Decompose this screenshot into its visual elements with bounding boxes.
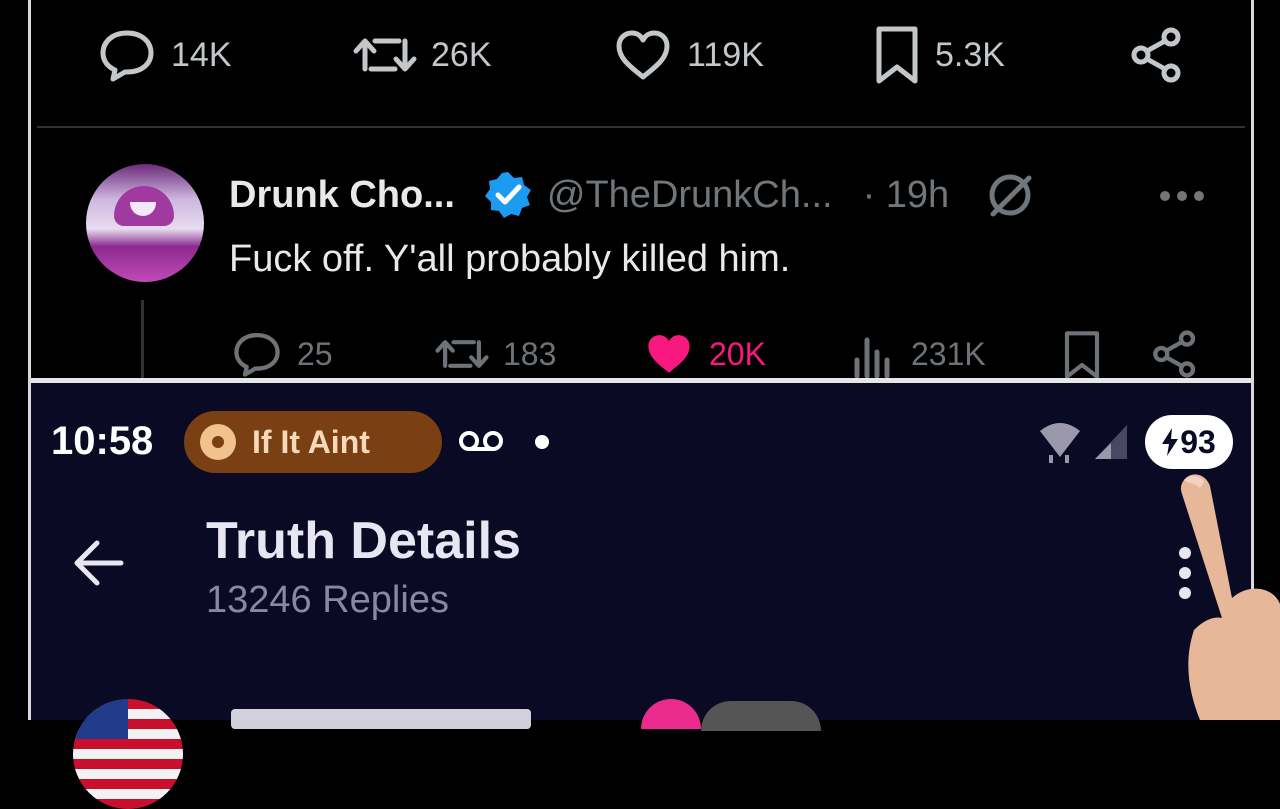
status-time: 10:58 (51, 419, 154, 463)
battery-indicator: 93 (1145, 415, 1233, 469)
video-frame: 14K 26K 119K 5.3K Drunk Cho... @TheDrunk… (28, 0, 1254, 809)
reply-like-button[interactable]: 20K (643, 330, 766, 378)
grok-icon[interactable] (985, 170, 1035, 220)
liked-heart-icon (648, 335, 690, 373)
reply-icon (234, 333, 280, 377)
truth-details-panel: 10:58 If It Aint 93 Truth Details 13246 … (31, 383, 1251, 809)
post-action-bar: 14K 26K 119K 5.3K (31, 25, 1251, 85)
music-disc-icon (200, 424, 236, 460)
repost-button[interactable]: 26K (353, 27, 492, 83)
reply-repost-count: 183 (503, 335, 557, 372)
reply-post[interactable]: Drunk Cho... @TheDrunkCh... · 19h Fuck o… (31, 150, 1251, 380)
reply-share-button[interactable] (1151, 330, 1199, 378)
charging-bolt-icon (1162, 428, 1179, 456)
post-badge-icon (641, 699, 701, 729)
share-icon (1153, 330, 1196, 378)
post-time[interactable]: · 19h (863, 174, 950, 217)
status-bar: 10:58 If It Aint 93 (31, 411, 1251, 473)
notification-dot-icon (535, 435, 549, 449)
bookmark-button[interactable]: 5.3K (873, 25, 1005, 85)
reply-text: Fuck off. Y'all probably killed him. (229, 238, 791, 280)
voicemail-icon (459, 431, 503, 451)
post-author-avatar[interactable] (73, 699, 183, 809)
reply-action-bar: 25 183 20K 231K (31, 330, 1251, 380)
display-name[interactable]: Drunk Cho... (229, 174, 455, 217)
share-icon (1131, 27, 1181, 83)
verified-badge-icon (484, 172, 531, 218)
cell-signal-icon (1095, 425, 1127, 459)
reply-count-subtitle: 13246 Replies (206, 579, 449, 621)
back-arrow-icon[interactable] (71, 535, 127, 591)
views-icon (854, 337, 890, 378)
repost-icon (435, 340, 489, 368)
bookmark-icon (1064, 331, 1100, 379)
reply-views-button[interactable]: 231K (853, 330, 986, 378)
x-post-panel: 14K 26K 119K 5.3K Drunk Cho... @TheDrunk… (31, 0, 1251, 380)
reply-like-count: 20K (709, 335, 766, 372)
like-icon (616, 30, 670, 80)
share-button[interactable] (1129, 27, 1185, 83)
post-media-thumbnail (701, 701, 821, 731)
reply-count: 14K (171, 35, 232, 74)
page-title: Truth Details (206, 512, 521, 570)
reply-reply-button[interactable]: 25 (231, 330, 333, 378)
more-options-icon[interactable] (1159, 190, 1205, 202)
reply-header: Drunk Cho... @TheDrunkCh... · 19h (229, 170, 1035, 220)
more-menu-icon[interactable] (1179, 547, 1193, 607)
battery-level: 93 (1180, 423, 1216, 460)
avatar[interactable] (86, 164, 204, 282)
reply-reply-count: 25 (297, 335, 333, 372)
reply-bookmark-button[interactable] (1061, 330, 1103, 380)
user-handle[interactable]: @TheDrunkCh... (547, 174, 833, 217)
bookmark-icon (876, 26, 918, 84)
post-author-name[interactable] (231, 709, 531, 729)
reply-button[interactable]: 14K (97, 27, 232, 83)
like-count: 119K (687, 35, 764, 74)
repost-icon (353, 38, 417, 72)
reply-icon (100, 30, 154, 82)
wifi-icon (1040, 423, 1080, 463)
reply-views-count: 231K (911, 335, 986, 372)
reply-repost-button[interactable]: 183 (435, 330, 556, 378)
media-playing-pill[interactable]: If It Aint (184, 411, 442, 473)
repost-count: 26K (431, 35, 492, 74)
like-button[interactable]: 119K (613, 27, 764, 83)
post-divider (37, 126, 1245, 128)
media-title: If It Aint (252, 423, 370, 460)
bookmark-count: 5.3K (935, 35, 1005, 74)
